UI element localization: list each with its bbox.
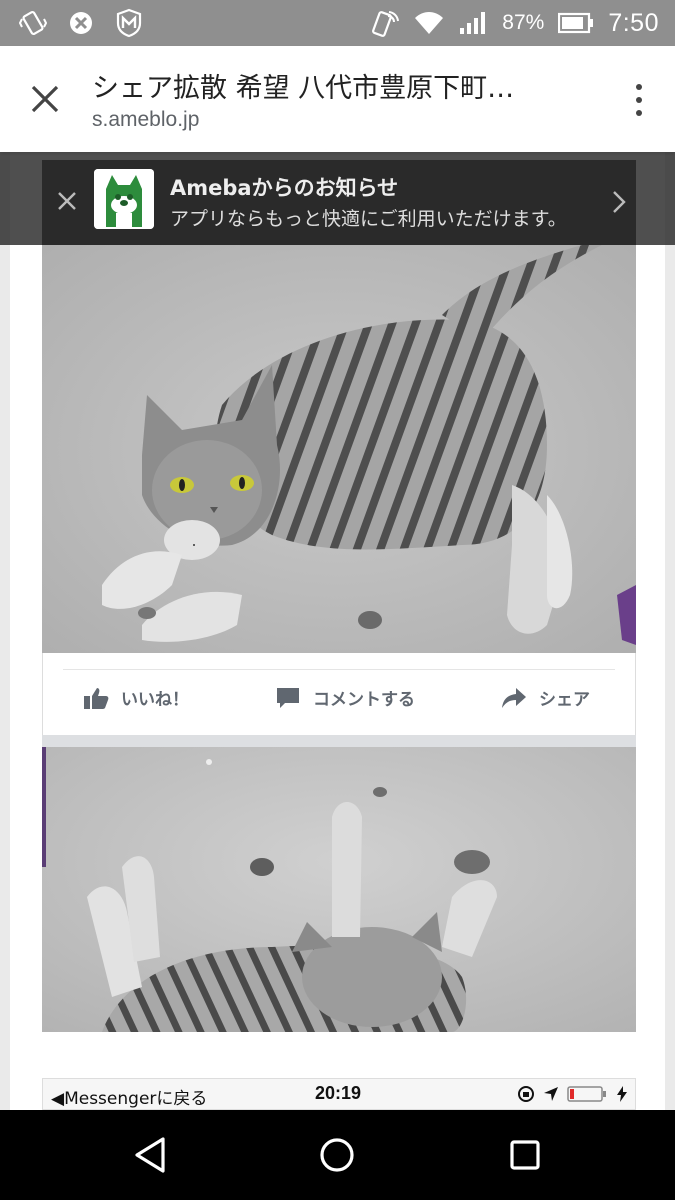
share-arrow-icon	[502, 687, 526, 708]
ameba-logo	[94, 169, 154, 229]
messenger-time: 20:19	[315, 1083, 362, 1103]
status-bar: 87% 7:50	[0, 0, 675, 46]
banner-title: Amebaからのお知らせ	[170, 176, 399, 200]
status-time: 7:50	[608, 8, 659, 37]
ameba-app-banner[interactable]: Amebaからのお知らせ アプリならもっと快適にご利用いただけます。	[42, 160, 636, 245]
nav-back-button[interactable]	[126, 1132, 176, 1178]
more-vert-icon	[636, 84, 642, 90]
nfc-icon	[370, 8, 400, 38]
banner-close-button[interactable]	[50, 184, 84, 218]
web-content[interactable]: Amebaからのお知らせ アプリならもっと快適にご利用いただけます。 いいね！ …	[0, 152, 675, 1110]
nav-home-button[interactable]	[312, 1132, 362, 1178]
like-label: いいね！	[121, 690, 189, 710]
comment-button[interactable]: コメントする	[275, 685, 415, 710]
status-right-icons: 87% 7:50	[370, 0, 659, 46]
banner-open-button[interactable]	[606, 184, 632, 220]
battery-low-icon	[567, 1086, 606, 1102]
cat-photo-2[interactable]	[42, 747, 636, 1032]
system-nav-bar	[0, 1110, 675, 1200]
chevron-right-icon	[613, 191, 626, 213]
shield-m-icon	[114, 8, 144, 38]
blocked-notification-icon	[66, 8, 96, 38]
post-separator	[42, 735, 636, 747]
comment-icon	[277, 687, 299, 708]
like-button[interactable]: いいね！	[83, 685, 189, 710]
recents-square-icon	[510, 1140, 540, 1170]
battery-percent: 87%	[502, 11, 545, 34]
messenger-back-label: ◀Messengerに戻る	[51, 1089, 208, 1109]
signal-icon	[458, 8, 488, 38]
comment-label: コメントする	[313, 690, 415, 710]
share-label: シェア	[539, 690, 590, 710]
back-triangle-icon	[135, 1137, 165, 1173]
rotation-lock-icon	[518, 1086, 534, 1102]
facebook-action-bar: いいね！ コメントする シェア	[42, 653, 636, 735]
charging-bolt-icon	[617, 1086, 627, 1102]
page-url: s.ameblo.jp	[92, 108, 200, 131]
page-title: シェア拡散 希望 八代市豊原下町…	[92, 73, 515, 104]
thumbs-up-icon	[84, 687, 109, 709]
location-arrow-icon	[544, 1087, 558, 1101]
phone-screen: 87% 7:50 シェア拡散 希望 八代市豊原下町… s.ameblo.jp A…	[0, 0, 675, 1200]
custom-tab-toolbar: シェア拡散 希望 八代市豊原下町… s.ameblo.jp	[0, 46, 675, 152]
battery-icon	[558, 8, 594, 38]
status-left-icons	[0, 8, 144, 38]
share-button[interactable]: シェア	[501, 685, 590, 710]
close-icon	[58, 192, 76, 210]
close-icon	[31, 85, 59, 113]
overflow-menu-button[interactable]	[627, 80, 651, 120]
banner-subtitle: アプリならもっと快適にご利用いただけます。	[170, 208, 567, 230]
close-tab-button[interactable]	[22, 76, 68, 122]
messenger-status-icons	[517, 1085, 627, 1103]
vibrate-icon	[18, 8, 48, 38]
cat-photo-1[interactable]	[42, 245, 636, 653]
home-circle-icon	[320, 1138, 354, 1172]
nav-recents-button[interactable]	[500, 1132, 550, 1178]
wifi-icon	[414, 8, 444, 38]
divider	[63, 669, 615, 670]
messenger-screenshot-bar: ◀Messengerに戻る 20:19	[42, 1078, 636, 1110]
